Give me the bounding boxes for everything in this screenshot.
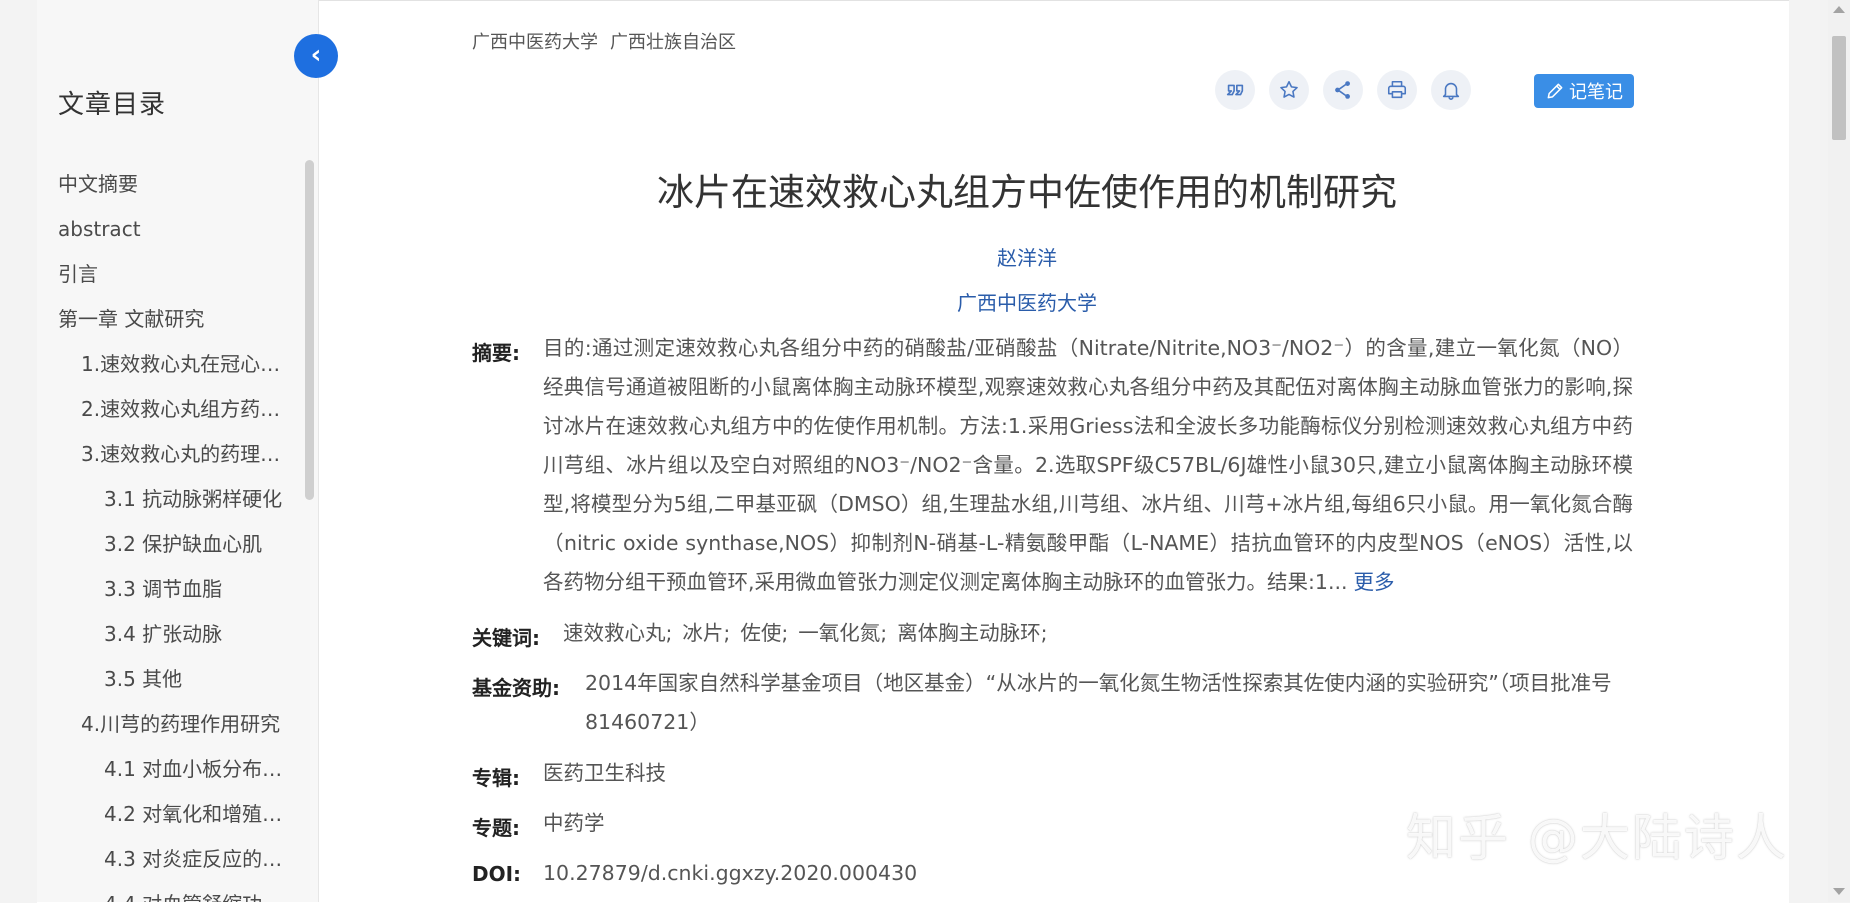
page-scrollbar[interactable] — [1828, 0, 1850, 902]
toc-item[interactable]: 3.4 扩张动脉 — [37, 616, 307, 661]
toc-sidebar: 文章目录 中文摘要 abstract 引言 第一章 文献研究 1.速效救心丸在冠心病… 2… — [37, 0, 319, 902]
abstract-body: 目的:通过测定速效救心丸各组分中药的硝酸盐/亚硝酸盐（Nitrate/Nitri… — [543, 329, 1633, 602]
topic-label: 专题: — [472, 816, 520, 840]
scroll-down-arrow-icon[interactable] — [1833, 888, 1845, 895]
topic-text: 中药学 — [543, 811, 605, 835]
toc-item[interactable]: 4.川芎的药理作用研究 — [37, 706, 307, 751]
share-button[interactable] — [1323, 70, 1363, 110]
keyword-link[interactable]: 速效救心丸; — [563, 621, 672, 645]
fund-label: 基金资助: — [472, 676, 560, 700]
toc-item[interactable]: 4.1 对血小板分布的… — [37, 751, 307, 796]
institution-link[interactable]: 广西中医药大学 — [319, 287, 1735, 316]
article-title: 冰片在速效救心丸组方中佐使作用的机制研究 — [657, 171, 1397, 214]
toc-scrollbar[interactable] — [305, 160, 314, 500]
toc-item[interactable]: 引言 — [37, 256, 307, 301]
quote-button[interactable] — [1215, 70, 1255, 110]
album-text: 医药卫生科技 — [543, 761, 666, 785]
bell-icon — [1442, 82, 1460, 100]
star-icon — [1280, 80, 1298, 98]
print-button[interactable] — [1377, 70, 1417, 110]
toc-list: 中文摘要 abstract 引言 第一章 文献研究 1.速效救心丸在冠心病… 2.速效救心… — [37, 166, 307, 902]
toc-item[interactable]: 1.速效救心丸在冠心病… — [37, 346, 307, 391]
keyword-link[interactable]: 离体胸主动脉环; — [897, 621, 1047, 645]
toc-item[interactable]: 4.2 对氧化和增殖的… — [37, 796, 307, 841]
print-icon — [1387, 80, 1407, 99]
toc-item[interactable]: 3.速效救心丸的药理作… — [37, 436, 307, 481]
abstract-text: 目的:通过测定速效救心丸各组分中药的硝酸盐/亚硝酸盐（Nitrate/Nitri… — [543, 336, 1633, 594]
doi-text[interactable]: 10.27879/d.cnki.ggxzy.2020.000430 — [543, 854, 917, 893]
take-note-label: 记笔记 — [1569, 82, 1623, 103]
affiliation-link[interactable]: 广西壮族自治区 — [610, 32, 736, 53]
share-icon — [1335, 81, 1350, 99]
take-note-button[interactable]: 记笔记 — [1534, 74, 1634, 108]
chevron-left-icon: ‹ — [310, 40, 322, 70]
watermark: 知乎 @大陆诗人 — [1406, 809, 1788, 867]
affiliation-breadcrumb: 广西中医药大学 广西壮族自治区 — [472, 28, 736, 54]
keywords-label: 关键词: — [472, 626, 540, 650]
article-main: 广西中医药大学 广西壮族自治区 记笔记 冰片在速效救心丸组方中佐使作用的机制研究 … — [319, 0, 1789, 902]
abstract-label: 摘要: — [472, 341, 520, 365]
toc-item[interactable]: 3.1 抗动脉粥样硬化 — [37, 481, 307, 526]
keyword-link[interactable]: 冰片; — [682, 621, 730, 645]
toc-item[interactable]: 3.3 调节血脂 — [37, 571, 307, 616]
keywords-list: 速效救心丸; 冰片; 佐使; 一氧化氮; 离体胸主动脉环; — [563, 614, 1563, 653]
scroll-up-arrow-icon[interactable] — [1833, 6, 1845, 13]
doi-label: DOI: — [472, 862, 522, 886]
album-label: 专辑: — [472, 766, 520, 790]
notify-button[interactable] — [1431, 70, 1471, 110]
affiliation-link[interactable]: 广西中医药大学 — [472, 32, 598, 53]
fund-text[interactable]: 2014年国家自然科学基金项目（地区基金）“从冰片的一氧化氮生物活性探索其佐使内… — [585, 664, 1635, 742]
toc-item[interactable]: 3.5 其他 — [37, 661, 307, 706]
toc-item[interactable]: 中文摘要 — [37, 166, 307, 211]
more-link[interactable]: 更多 — [1354, 570, 1395, 594]
toc-item[interactable]: 4.3 对炎症反应的影… — [37, 841, 307, 886]
toc-item[interactable]: 第一章 文献研究 — [37, 301, 307, 346]
keyword-link[interactable]: 一氧化氮; — [798, 621, 887, 645]
pen-icon — [1547, 83, 1563, 99]
favorite-button[interactable] — [1269, 70, 1309, 110]
page-scrollbar-thumb[interactable] — [1832, 36, 1846, 140]
toc-item[interactable]: 3.2 保护缺血心肌 — [37, 526, 307, 571]
toc-item[interactable]: 2.速效救心丸组方药效… — [37, 391, 307, 436]
author-link[interactable]: 赵洋洋 — [319, 242, 1735, 271]
toc-title: 文章目录 — [58, 90, 167, 120]
toc-item[interactable]: abstract — [37, 211, 307, 256]
keyword-link[interactable]: 佐使; — [740, 621, 788, 645]
toc-item[interactable]: 4.4 对血管舒缩功能… — [37, 886, 307, 902]
quote-icon — [1226, 84, 1244, 96]
collapse-sidebar-button[interactable]: ‹ — [294, 34, 338, 78]
